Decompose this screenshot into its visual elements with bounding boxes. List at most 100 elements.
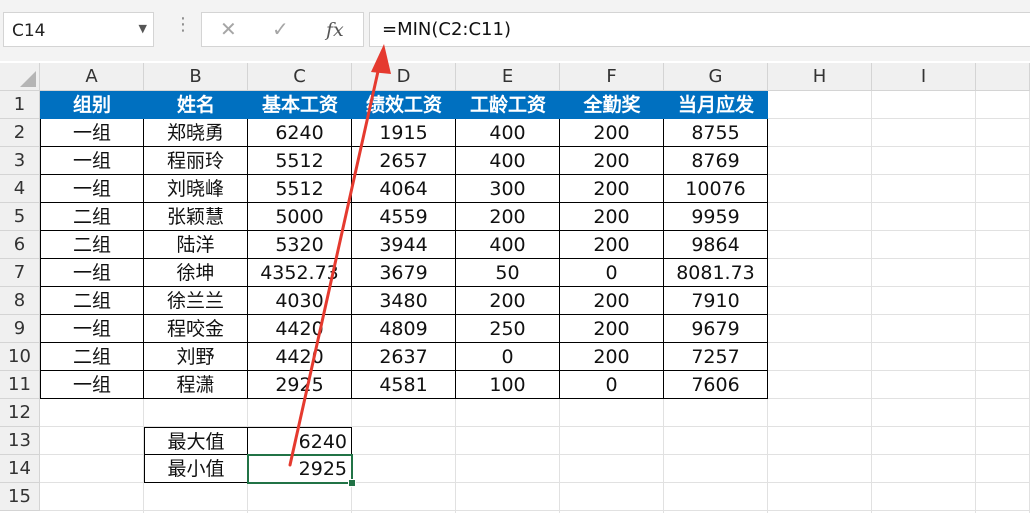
table-cell[interactable]: 200	[560, 231, 664, 259]
table-cell[interactable]: 9959	[664, 203, 768, 231]
table-cell[interactable]: 50	[456, 259, 560, 287]
table-cell[interactable]: 徐兰兰	[144, 287, 248, 315]
formula-input[interactable]: =MIN(C2:C11)	[369, 12, 1030, 47]
table-cell[interactable]: 一组	[40, 259, 144, 287]
table-cell[interactable]: 程丽玲	[144, 147, 248, 175]
row-header-14[interactable]: 14	[0, 455, 40, 483]
table-header-cell[interactable]: 组别	[40, 91, 144, 119]
row-header-7[interactable]: 7	[0, 259, 40, 287]
select-all-corner[interactable]	[0, 63, 40, 91]
table-cell[interactable]: 二组	[40, 343, 144, 371]
table-cell[interactable]: 2925	[248, 371, 352, 399]
table-cell[interactable]: 4559	[352, 203, 456, 231]
table-cell[interactable]: 200	[560, 287, 664, 315]
table-cell[interactable]: 8755	[664, 119, 768, 147]
enter-check-icon[interactable]: ✓	[272, 17, 289, 41]
table-cell[interactable]: 二组	[40, 231, 144, 259]
table-cell[interactable]: 程咬金	[144, 315, 248, 343]
name-box[interactable]: C14 ▼	[3, 12, 154, 47]
table-cell[interactable]: 5000	[248, 203, 352, 231]
table-cell[interactable]: 400	[456, 119, 560, 147]
table-header-cell[interactable]: 基本工资	[248, 91, 352, 119]
table-cell[interactable]: 6240	[248, 119, 352, 147]
table-header-cell[interactable]: 全勤奖	[560, 91, 664, 119]
table-cell[interactable]: 200	[560, 175, 664, 203]
table-cell[interactable]: 9679	[664, 315, 768, 343]
drag-dots-icon[interactable]: ⋮	[174, 14, 192, 35]
column-header-c[interactable]: C	[248, 63, 352, 91]
table-cell[interactable]: 8769	[664, 147, 768, 175]
table-cell[interactable]: 一组	[40, 119, 144, 147]
table-cell[interactable]: 5512	[248, 175, 352, 203]
table-cell[interactable]: 二组	[40, 203, 144, 231]
table-cell[interactable]: 0	[560, 371, 664, 399]
table-cell[interactable]: 200	[560, 343, 664, 371]
row-header-13[interactable]: 13	[0, 427, 40, 455]
column-header-i[interactable]: I	[872, 63, 976, 91]
column-header-b[interactable]: B	[144, 63, 248, 91]
table-cell[interactable]: 2657	[352, 147, 456, 175]
row-header-11[interactable]: 11	[0, 371, 40, 399]
table-cell[interactable]: 一组	[40, 371, 144, 399]
table-cell[interactable]: 3480	[352, 287, 456, 315]
table-cell[interactable]: 张颖慧	[144, 203, 248, 231]
table-cell[interactable]: 7257	[664, 343, 768, 371]
table-cell[interactable]: 0	[560, 259, 664, 287]
table-cell[interactable]: 5512	[248, 147, 352, 175]
table-cell[interactable]: 9864	[664, 231, 768, 259]
summary-label[interactable]: 最大值	[144, 427, 248, 455]
table-cell[interactable]: 4581	[352, 371, 456, 399]
table-cell[interactable]: 2637	[352, 343, 456, 371]
row-header-9[interactable]: 9	[0, 315, 40, 343]
row-header-5[interactable]: 5	[0, 203, 40, 231]
table-cell[interactable]: 200	[560, 203, 664, 231]
row-header-15[interactable]: 15	[0, 483, 40, 511]
table-cell[interactable]: 400	[456, 231, 560, 259]
table-cell[interactable]: 400	[456, 147, 560, 175]
table-cell[interactable]: 8081.73	[664, 259, 768, 287]
table-cell[interactable]: 3944	[352, 231, 456, 259]
summary-label[interactable]: 最小值	[144, 455, 248, 483]
table-cell[interactable]: 5320	[248, 231, 352, 259]
table-cell[interactable]: 陆洋	[144, 231, 248, 259]
table-cell[interactable]: 4064	[352, 175, 456, 203]
row-header-10[interactable]: 10	[0, 343, 40, 371]
table-cell[interactable]: 200	[456, 203, 560, 231]
row-header-12[interactable]: 12	[0, 399, 40, 427]
table-cell[interactable]: 7910	[664, 287, 768, 315]
row-header-2[interactable]: 2	[0, 119, 40, 147]
table-cell[interactable]: 徐坤	[144, 259, 248, 287]
column-header-f[interactable]: F	[560, 63, 664, 91]
summary-value[interactable]: 6240	[248, 427, 352, 455]
table-cell[interactable]: 一组	[40, 175, 144, 203]
table-cell[interactable]: 3679	[352, 259, 456, 287]
table-cell[interactable]: 一组	[40, 147, 144, 175]
table-cell[interactable]: 200	[560, 119, 664, 147]
table-cell[interactable]: 7606	[664, 371, 768, 399]
column-header-d[interactable]: D	[352, 63, 456, 91]
table-cell[interactable]: 10076	[664, 175, 768, 203]
table-cell[interactable]: 0	[456, 343, 560, 371]
row-header-8[interactable]: 8	[0, 287, 40, 315]
table-cell[interactable]: 200	[456, 287, 560, 315]
fill-handle[interactable]	[348, 479, 356, 487]
table-cell[interactable]: 4352.73	[248, 259, 352, 287]
column-header-h[interactable]: H	[768, 63, 872, 91]
table-header-cell[interactable]: 姓名	[144, 91, 248, 119]
row-header-4[interactable]: 4	[0, 175, 40, 203]
row-header-3[interactable]: 3	[0, 147, 40, 175]
column-header-e[interactable]: E	[456, 63, 560, 91]
table-cell[interactable]: 250	[456, 315, 560, 343]
table-header-cell[interactable]: 工龄工资	[456, 91, 560, 119]
table-cell[interactable]: 郑晓勇	[144, 119, 248, 147]
table-header-cell[interactable]: 绩效工资	[352, 91, 456, 119]
column-header-a[interactable]: A	[40, 63, 144, 91]
chevron-down-icon[interactable]: ▼	[139, 22, 147, 35]
table-cell[interactable]: 4809	[352, 315, 456, 343]
table-cell[interactable]: 刘晓峰	[144, 175, 248, 203]
table-cell[interactable]: 100	[456, 371, 560, 399]
table-cell[interactable]: 二组	[40, 287, 144, 315]
table-cell[interactable]: 200	[560, 315, 664, 343]
table-cell[interactable]: 4420	[248, 315, 352, 343]
cancel-icon[interactable]: ✕	[220, 17, 237, 41]
